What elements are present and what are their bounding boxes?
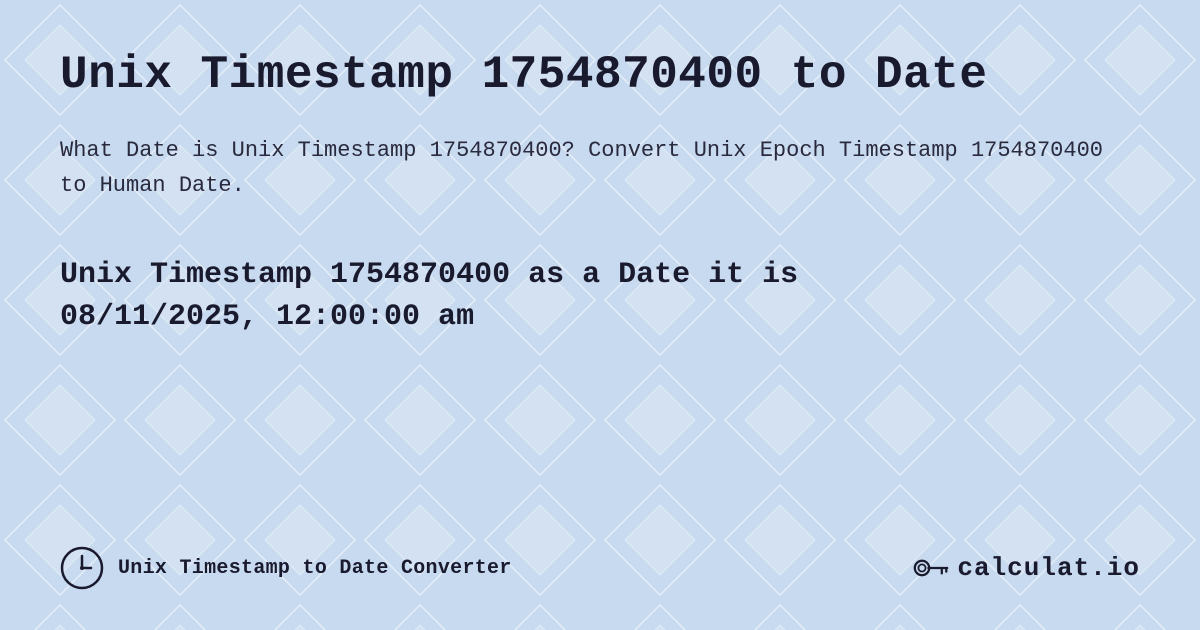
logo-text: calculat.io [957,553,1140,583]
result-text: Unix Timestamp 1754870400 as a Date it i… [60,254,1140,338]
logo-area: calculat.io [913,550,1140,586]
logo-icon [913,550,949,586]
page-title: Unix Timestamp 1754870400 to Date [60,48,1140,103]
clock-icon [60,546,104,590]
description-text: What Date is Unix Timestamp 1754870400? … [60,133,1140,203]
footer-left: Unix Timestamp to Date Converter [60,546,512,590]
footer-label: Unix Timestamp to Date Converter [118,557,512,580]
